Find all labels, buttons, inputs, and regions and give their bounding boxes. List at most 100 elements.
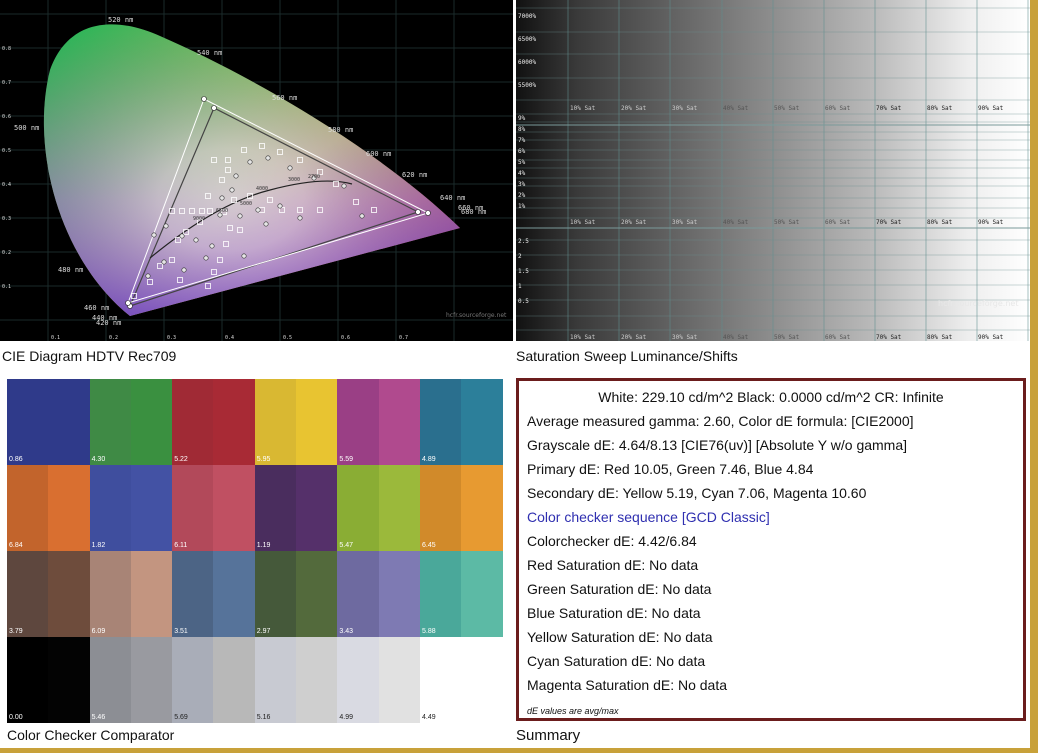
cie-measured-marker: [145, 273, 151, 279]
summary-row: Magenta Saturation dE: No data: [527, 677, 728, 693]
color-patch: 5.59: [337, 379, 420, 465]
patch-reference: [254, 379, 297, 465]
cie-y-tick: 0.4: [2, 182, 11, 188]
cie-wavelength-label: 480 nm: [58, 266, 83, 274]
cie-measured-marker: [297, 215, 303, 221]
patch-de-label: 3.43: [339, 628, 354, 635]
patch-measured: [213, 465, 255, 551]
cie-wavelength-label: 640 nm: [440, 194, 465, 202]
sweep-sat-label: 80% Sat: [927, 219, 953, 226]
patch-de-label: 5.95: [256, 456, 271, 463]
patch-de-label: 2.97: [256, 628, 271, 635]
patch-reference: [337, 637, 379, 723]
sweep-chart-svg: 7000% 6500% 6000% 5500% 9% 8% 7% 6% 5% 4% 3% 2% 1% 2.…: [516, 0, 1030, 341]
cie-x-tick: 0.4: [225, 335, 234, 341]
sweep-lum-label: 2%: [518, 192, 526, 199]
patch-measured: [378, 379, 420, 465]
sweep-sat-label: 40% Sat: [723, 105, 749, 112]
cie-x-tick: 0.5: [283, 335, 292, 341]
color-patch: 6.09: [89, 551, 173, 637]
cie-y-tick: 0.2: [2, 250, 11, 256]
cie-wavelength-label: 580 nm: [328, 126, 353, 134]
color-patch: 4.89: [420, 379, 503, 465]
color-patch: 5.22: [172, 379, 255, 465]
patch-de-label: 5.59: [339, 456, 354, 463]
cie-y-tick: 0.1: [2, 284, 11, 290]
cie-primary-marker: [425, 210, 431, 216]
cie-wavelength-label: 540 nm: [197, 49, 222, 57]
patch-reference: [89, 379, 131, 465]
patch-de-label: 6.45: [422, 542, 436, 549]
summary-row: Grayscale dE: 4.64/8.13 [CIE76(uv)] [Abs…: [527, 437, 908, 453]
sweep-sat-label: 80% Sat: [927, 334, 953, 341]
patch-de-label: 5.69: [174, 714, 188, 721]
patch-de-label: 4.49: [422, 714, 436, 721]
sweep-sat-label: 90% Sat: [978, 219, 1004, 226]
sweep-sat-label: 60% Sat: [825, 105, 851, 112]
summary-row[interactable]: Color checker sequence [GCD Classic]: [527, 509, 770, 525]
cie-wavelength-label: 420 nm: [96, 319, 121, 327]
sweep-lum-label: 6000%: [518, 59, 536, 66]
cie-measured-marker: [241, 253, 247, 259]
cie-y-tick: 0.7: [2, 80, 11, 86]
cie-diagram: 0.1 0.2 0.3 0.4 0.5 0.6 0.7 0.1 0.2 0.3 0.4 0.5 0.6 0…: [0, 0, 513, 341]
sweep-watermark: hcfr.sourceforge.net: [938, 299, 1018, 308]
patch-reference: [172, 637, 214, 723]
patch-reference: [420, 551, 462, 637]
color-patch: 3.51: [172, 551, 255, 637]
cie-primary-marker: [211, 105, 217, 111]
patch-measured: [296, 465, 338, 551]
cie-wavelength-label: 680 nm: [461, 208, 486, 216]
patch-de-label: 1.82: [91, 542, 106, 549]
color-patch: 4.99: [337, 637, 420, 723]
patch-reference: [89, 465, 131, 551]
color-checker-grid: 0.86 4.30 5.22 5.95 5.59 4.89 6.84 1.82 6.11 1.19…: [7, 379, 503, 723]
patch-measured: [378, 465, 420, 551]
color-patch: 6.11: [172, 465, 255, 551]
patch-reference: [254, 551, 297, 637]
patch-reference: [337, 465, 379, 551]
sweep-sat-label: 30% Sat: [672, 334, 698, 341]
patch-reference: [7, 551, 49, 637]
patch-de-label: 3.79: [9, 628, 23, 635]
summary-row: Blue Saturation dE: No data: [527, 605, 701, 621]
summary-row: Green Saturation dE: No data: [527, 581, 712, 597]
saturation-sweep: 7000% 6500% 6000% 5500% 9% 8% 7% 6% 5% 4% 3% 2% 1% 2.…: [516, 0, 1030, 341]
patch-measured: [48, 551, 90, 637]
patch-measured: [130, 551, 173, 637]
cie-y-tick: 0.5: [2, 148, 11, 154]
sweep-lum-label: 1%: [518, 203, 526, 210]
patch-de-label: 6.84: [9, 542, 23, 549]
sweep-sat-label: 40% Sat: [723, 219, 749, 226]
patch-measured: [461, 465, 503, 551]
cie-measured-marker: [193, 237, 199, 243]
sweep-lum-label: 3%: [518, 181, 526, 188]
summary-row: Primary dE: Red 10.05, Green 7.46, Blue …: [527, 461, 814, 477]
cie-y-tick: 0.8: [2, 46, 11, 52]
sweep-caption: Saturation Sweep Luminance/Shifts: [516, 348, 738, 364]
patch-measured: [213, 637, 255, 723]
patch-de-label: 5.46: [91, 714, 106, 721]
summary-row: Cyan Saturation dE: No data: [527, 653, 706, 669]
color-patch: 5.16: [254, 637, 338, 723]
cie-x-tick: 0.7: [399, 335, 408, 341]
patch-reference: [420, 379, 462, 465]
cie-cct-label: 2700: [308, 174, 320, 180]
sweep-lum-label: 5500%: [518, 82, 536, 89]
patch-measured: [130, 465, 173, 551]
patch-measured: [130, 637, 173, 723]
patch-de-label: 6.09: [91, 628, 106, 635]
sweep-lum-label: 1.5: [518, 268, 529, 275]
cie-measured-marker: [237, 213, 243, 219]
cie-measured-marker: [359, 213, 365, 219]
patch-measured: [378, 637, 420, 723]
patch-reference: [254, 637, 297, 723]
sweep-sat-label: 90% Sat: [978, 334, 1004, 341]
patch-reference: [254, 465, 297, 551]
sweep-sat-label: 10% Sat: [570, 334, 596, 341]
patch-reference: [420, 637, 462, 723]
sweep-sat-label: 20% Sat: [621, 105, 647, 112]
sweep-lum-label: 2.5: [518, 238, 529, 245]
cie-measured-marker: [229, 187, 235, 193]
sweep-sat-label: 30% Sat: [672, 105, 698, 112]
